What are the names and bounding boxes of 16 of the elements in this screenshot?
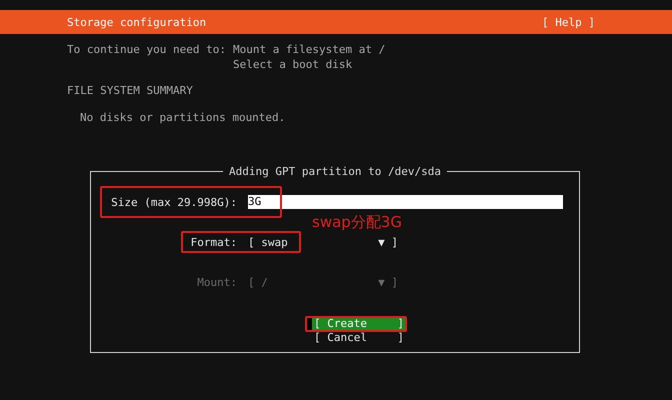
section-heading: FILE SYSTEM SUMMARY bbox=[66, 83, 194, 98]
field-label: Format: bbox=[190, 236, 237, 248]
help-button[interactable]: [ Help ] bbox=[542, 16, 595, 28]
cursor-block bbox=[308, 318, 312, 330]
dropdown[interactable]: [ swap ▼ ] bbox=[248, 236, 398, 248]
header-title: Storage configuration bbox=[67, 16, 206, 28]
input-field[interactable]: 3G bbox=[248, 195, 563, 209]
field-label: Mount: bbox=[197, 276, 237, 288]
requirement-text: Select a boot disk bbox=[232, 57, 354, 72]
empty-message: No disks or partitions mounted. bbox=[79, 110, 286, 125]
requirement-text: Mount a filesystem at / bbox=[232, 42, 386, 57]
dialog-title: Adding GPT partition to /dev/sda bbox=[228, 165, 442, 178]
dialog-button[interactable]: [ Cancel ] bbox=[312, 331, 406, 345]
annotation-text: swap分配3G bbox=[311, 212, 403, 233]
requirements-label: To continue you need to: bbox=[67, 42, 226, 58]
field-label: Size (max 29.998G): bbox=[111, 196, 237, 208]
